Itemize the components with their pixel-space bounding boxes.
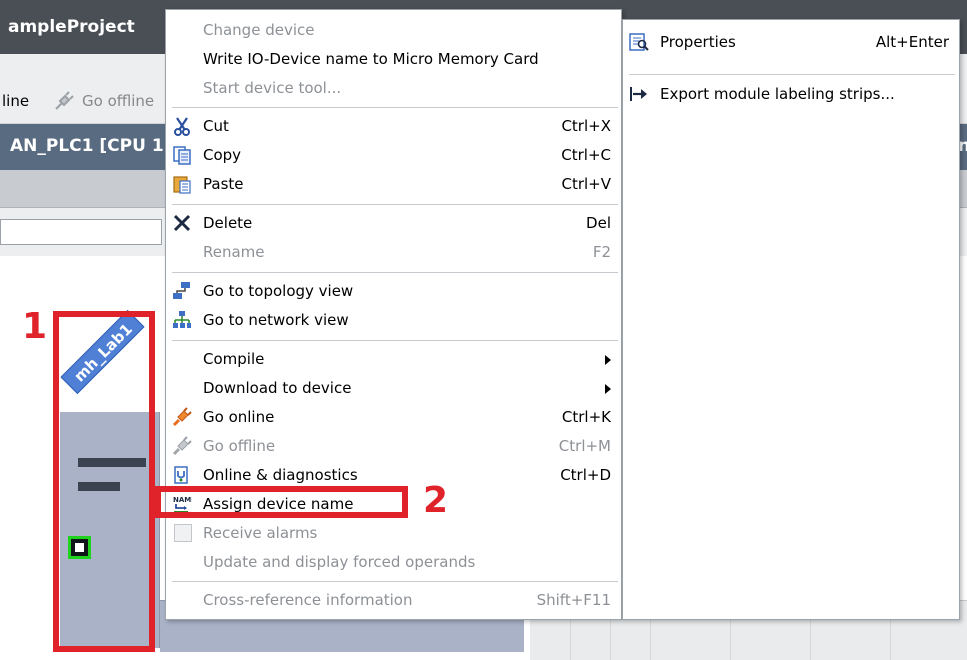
menu-item-rename[interactable]: Rename F2 bbox=[166, 238, 623, 267]
menu-item-network-view[interactable]: Go to network view bbox=[166, 306, 623, 335]
context-menu-extra-column: Properties Alt+Enter Export module label… bbox=[622, 19, 960, 620]
menu-item-go-online[interactable]: Go online Ctrl+K bbox=[166, 403, 623, 432]
project-title: ampleProject bbox=[8, 17, 135, 37]
delete-icon bbox=[173, 214, 191, 232]
callout-number-1: 1 bbox=[22, 306, 48, 347]
menu-item-copy[interactable]: Copy Ctrl+C bbox=[166, 141, 623, 170]
context-menu: Change device Write IO-Device name to Mi… bbox=[165, 9, 622, 620]
menu-item-download-to-device[interactable]: Download to device bbox=[166, 374, 623, 403]
menu-item-topology-view[interactable]: Go to topology view bbox=[166, 277, 623, 306]
scissors-icon bbox=[174, 117, 190, 136]
submenu-arrow-icon bbox=[605, 355, 611, 365]
submenu-arrow-icon bbox=[605, 384, 611, 394]
menu-item-start-device-tool[interactable]: Start device tool... bbox=[166, 74, 623, 103]
copy-icon bbox=[173, 146, 191, 165]
callout-number-2: 2 bbox=[423, 480, 449, 521]
go-offline-toolbar-button[interactable]: Go offline bbox=[82, 92, 154, 110]
go-offline-icon bbox=[172, 436, 192, 456]
callout-box-2 bbox=[155, 486, 408, 518]
callout-box-1 bbox=[53, 311, 155, 652]
menu-item-compile[interactable]: Compile bbox=[166, 345, 623, 374]
menu-item-cut[interactable]: Cut Ctrl+X bbox=[166, 112, 623, 141]
zoom-combobox[interactable] bbox=[0, 219, 162, 245]
menu-item-export-labeling-strips[interactable]: Export module labeling strips... bbox=[623, 80, 961, 109]
menu-item-receive-alarms[interactable]: Receive alarms bbox=[166, 519, 623, 548]
diagnostics-icon bbox=[174, 466, 188, 484]
editor-title: AN_PLC1 [CPU 1 bbox=[10, 136, 164, 156]
menu-item-write-device-name[interactable]: Write IO-Device name to Micro Memory Car… bbox=[166, 45, 623, 74]
menu-item-cross-reference[interactable]: Cross-reference information Shift+F11 bbox=[166, 586, 623, 615]
go-online-toolbar-button[interactable]: line bbox=[2, 92, 29, 110]
menu-item-paste[interactable]: Paste Ctrl+V bbox=[166, 170, 623, 199]
menu-item-properties[interactable]: Properties Alt+Enter bbox=[623, 28, 961, 57]
topology-icon bbox=[173, 282, 190, 299]
menu-item-change-device[interactable]: Change device bbox=[166, 16, 623, 45]
menu-item-delete[interactable]: Delete Del bbox=[166, 209, 623, 238]
plug-icon bbox=[55, 91, 74, 110]
export-arrow-icon bbox=[630, 87, 647, 101]
properties-icon bbox=[629, 33, 649, 51]
menu-item-go-offline[interactable]: Go offline Ctrl+M bbox=[166, 432, 623, 461]
paste-icon bbox=[173, 176, 191, 194]
checkbox-icon[interactable] bbox=[174, 524, 192, 542]
network-icon bbox=[173, 311, 191, 328]
menu-item-update-forced-operands[interactable]: Update and display forced operands bbox=[166, 548, 623, 577]
go-online-icon bbox=[172, 407, 192, 427]
